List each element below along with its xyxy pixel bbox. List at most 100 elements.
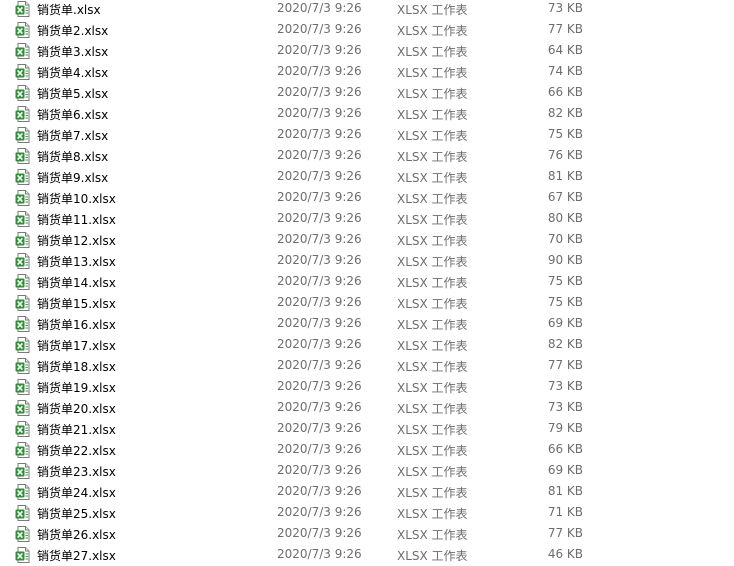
file-row[interactable]: 销货单9.xlsx 2020/7/3 9:26 XLSX 工作表 81 KB <box>0 166 734 187</box>
file-type: XLSX 工作表 <box>397 213 468 227</box>
excel-file-icon <box>15 1 31 17</box>
file-type: XLSX 工作表 <box>397 150 468 164</box>
file-size: 79 KB <box>547 421 583 435</box>
file-modified-date: 2020/7/3 9:26 <box>277 379 362 393</box>
file-size: 82 KB <box>547 106 583 120</box>
excel-file-icon <box>15 232 31 248</box>
file-type: XLSX 工作表 <box>397 24 468 38</box>
file-name: 销货单14.xlsx <box>37 276 116 290</box>
file-row[interactable]: 销货单27.xlsx 2020/7/3 9:26 XLSX 工作表 46 KB <box>0 544 734 565</box>
file-row[interactable]: 销货单22.xlsx 2020/7/3 9:26 XLSX 工作表 66 KB <box>0 439 734 460</box>
excel-file-icon <box>15 547 31 563</box>
file-row[interactable]: 销货单20.xlsx 2020/7/3 9:26 XLSX 工作表 73 KB <box>0 397 734 418</box>
file-type: XLSX 工作表 <box>397 381 468 395</box>
file-name: 销货单26.xlsx <box>37 528 116 542</box>
file-name: 销货单10.xlsx <box>37 192 116 206</box>
file-name: 销货单23.xlsx <box>37 465 116 479</box>
file-row[interactable]: 销货单26.xlsx 2020/7/3 9:26 XLSX 工作表 77 KB <box>0 523 734 544</box>
excel-file-icon <box>15 379 31 395</box>
file-modified-date: 2020/7/3 9:26 <box>277 253 362 267</box>
file-name: 销货单2.xlsx <box>37 24 109 38</box>
excel-file-icon <box>15 274 31 290</box>
file-modified-date: 2020/7/3 9:26 <box>277 358 362 372</box>
file-size: 73 KB <box>547 379 583 393</box>
file-row[interactable]: 销货单24.xlsx 2020/7/3 9:26 XLSX 工作表 81 KB <box>0 481 734 502</box>
file-row[interactable]: 销货单8.xlsx 2020/7/3 9:26 XLSX 工作表 76 KB <box>0 145 734 166</box>
file-size: 75 KB <box>547 127 583 141</box>
file-name: 销货单18.xlsx <box>37 360 116 374</box>
file-row[interactable]: 销货单10.xlsx 2020/7/3 9:26 XLSX 工作表 67 KB <box>0 187 734 208</box>
file-modified-date: 2020/7/3 9:26 <box>277 85 362 99</box>
file-modified-date: 2020/7/3 9:26 <box>277 64 362 78</box>
file-row[interactable]: 销货单4.xlsx 2020/7/3 9:26 XLSX 工作表 74 KB <box>0 61 734 82</box>
file-name: 销货单7.xlsx <box>37 129 109 143</box>
file-row[interactable]: 销货单13.xlsx 2020/7/3 9:26 XLSX 工作表 90 KB <box>0 250 734 271</box>
file-name: 销货单12.xlsx <box>37 234 116 248</box>
file-size: 64 KB <box>547 43 583 57</box>
excel-file-icon <box>15 169 31 185</box>
file-row[interactable]: 销货单3.xlsx 2020/7/3 9:26 XLSX 工作表 64 KB <box>0 40 734 61</box>
file-name: 销货单4.xlsx <box>37 66 109 80</box>
file-row[interactable]: 销货单15.xlsx 2020/7/3 9:26 XLSX 工作表 75 KB <box>0 292 734 313</box>
excel-file-icon <box>15 148 31 164</box>
file-type: XLSX 工作表 <box>397 528 468 542</box>
excel-file-icon <box>15 505 31 521</box>
file-size: 69 KB <box>547 463 583 477</box>
file-name: 销货单13.xlsx <box>37 255 116 269</box>
file-type: XLSX 工作表 <box>397 549 468 563</box>
file-row[interactable]: 销货单12.xlsx 2020/7/3 9:26 XLSX 工作表 70 KB <box>0 229 734 250</box>
file-row[interactable]: 销货单.xlsx 2020/7/3 9:26 XLSX 工作表 73 KB <box>0 0 734 19</box>
file-type: XLSX 工作表 <box>397 255 468 269</box>
file-modified-date: 2020/7/3 9:26 <box>277 526 362 540</box>
excel-file-icon <box>15 526 31 542</box>
file-type: XLSX 工作表 <box>397 486 468 500</box>
file-name: 销货单15.xlsx <box>37 297 116 311</box>
file-modified-date: 2020/7/3 9:26 <box>277 400 362 414</box>
file-size: 82 KB <box>547 337 583 351</box>
file-row[interactable]: 销货单25.xlsx 2020/7/3 9:26 XLSX 工作表 71 KB <box>0 502 734 523</box>
file-modified-date: 2020/7/3 9:26 <box>277 316 362 330</box>
file-row[interactable]: 销货单21.xlsx 2020/7/3 9:26 XLSX 工作表 79 KB <box>0 418 734 439</box>
excel-file-icon <box>15 106 31 122</box>
excel-file-icon <box>15 400 31 416</box>
excel-file-icon <box>15 190 31 206</box>
file-modified-date: 2020/7/3 9:26 <box>277 547 362 561</box>
file-type: XLSX 工作表 <box>397 423 468 437</box>
excel-file-icon <box>15 85 31 101</box>
file-row[interactable]: 销货单7.xlsx 2020/7/3 9:26 XLSX 工作表 75 KB <box>0 124 734 145</box>
file-type: XLSX 工作表 <box>397 66 468 80</box>
file-name: 销货单5.xlsx <box>37 87 109 101</box>
file-name: 销货单21.xlsx <box>37 423 116 437</box>
file-row[interactable]: 销货单18.xlsx 2020/7/3 9:26 XLSX 工作表 77 KB <box>0 355 734 376</box>
file-name: 销货单11.xlsx <box>37 213 116 227</box>
excel-file-icon <box>15 253 31 269</box>
excel-file-icon <box>15 358 31 374</box>
file-size: 90 KB <box>547 253 583 267</box>
file-row[interactable]: 销货单17.xlsx 2020/7/3 9:26 XLSX 工作表 82 KB <box>0 334 734 355</box>
file-modified-date: 2020/7/3 9:26 <box>277 43 362 57</box>
file-modified-date: 2020/7/3 9:26 <box>277 1 362 15</box>
file-modified-date: 2020/7/3 9:26 <box>277 421 362 435</box>
file-type: XLSX 工作表 <box>397 444 468 458</box>
excel-file-icon <box>15 43 31 59</box>
file-row[interactable]: 销货单19.xlsx 2020/7/3 9:26 XLSX 工作表 73 KB <box>0 376 734 397</box>
file-size: 66 KB <box>547 85 583 99</box>
file-row[interactable]: 销货单2.xlsx 2020/7/3 9:26 XLSX 工作表 77 KB <box>0 19 734 40</box>
file-type: XLSX 工作表 <box>397 45 468 59</box>
file-size: 73 KB <box>547 400 583 414</box>
file-modified-date: 2020/7/3 9:26 <box>277 22 362 36</box>
file-row[interactable]: 销货单23.xlsx 2020/7/3 9:26 XLSX 工作表 69 KB <box>0 460 734 481</box>
file-row[interactable]: 销货单6.xlsx 2020/7/3 9:26 XLSX 工作表 82 KB <box>0 103 734 124</box>
file-name: 销货单22.xlsx <box>37 444 116 458</box>
file-type: XLSX 工作表 <box>397 171 468 185</box>
excel-file-icon <box>15 127 31 143</box>
file-size: 66 KB <box>547 442 583 456</box>
file-name: 销货单16.xlsx <box>37 318 116 332</box>
file-size: 70 KB <box>547 232 583 246</box>
file-row[interactable]: 销货单5.xlsx 2020/7/3 9:26 XLSX 工作表 66 KB <box>0 82 734 103</box>
file-row[interactable]: 销货单16.xlsx 2020/7/3 9:26 XLSX 工作表 69 KB <box>0 313 734 334</box>
file-row[interactable]: 销货单11.xlsx 2020/7/3 9:26 XLSX 工作表 80 KB <box>0 208 734 229</box>
excel-file-icon <box>15 463 31 479</box>
file-row[interactable]: 销货单14.xlsx 2020/7/3 9:26 XLSX 工作表 75 KB <box>0 271 734 292</box>
file-size: 75 KB <box>547 295 583 309</box>
